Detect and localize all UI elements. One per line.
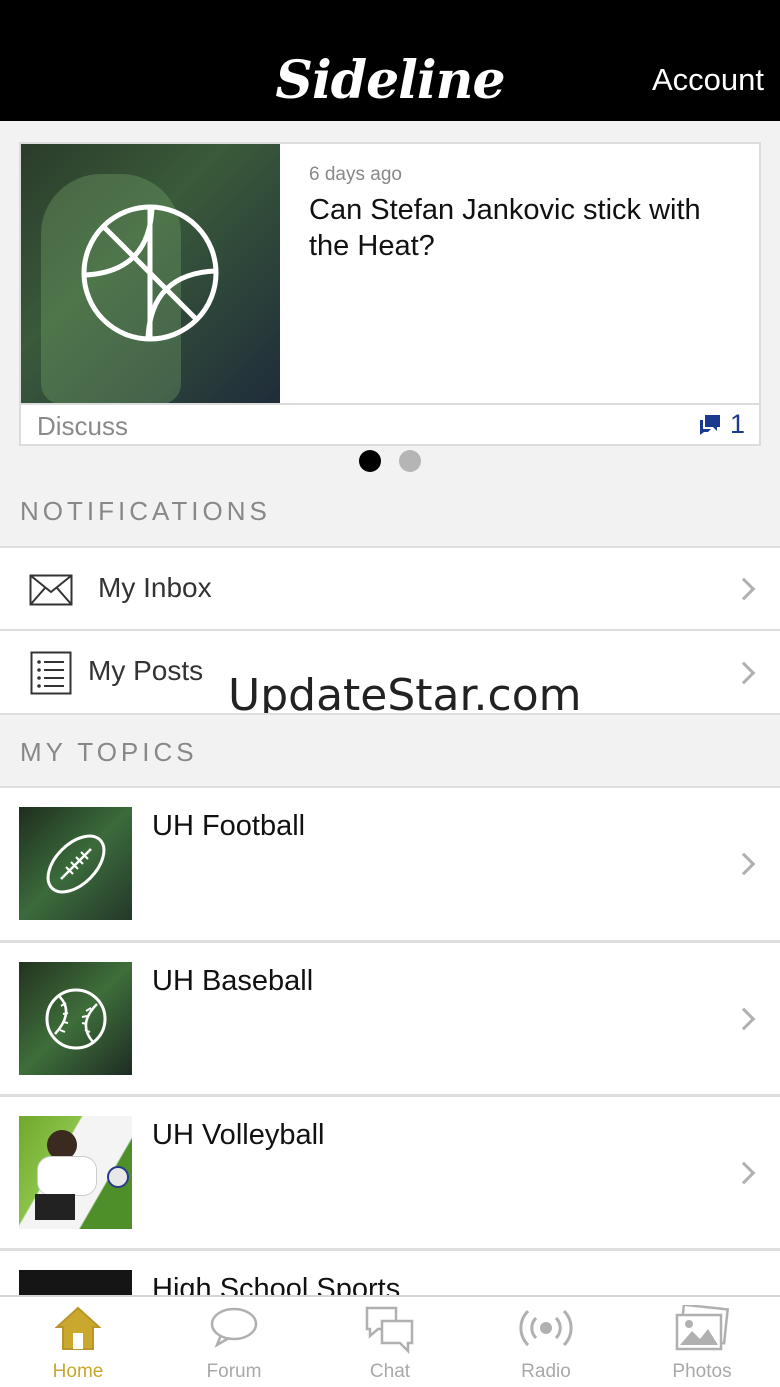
tab-home[interactable]: Home — [0, 1297, 156, 1387]
tab-chat[interactable]: Chat — [312, 1297, 468, 1387]
topic-row-volleyball[interactable]: UH Volleyball — [0, 1094, 780, 1248]
chevron-right-icon — [732, 852, 756, 876]
topic-row-football[interactable]: UH Football — [0, 786, 780, 940]
featured-image — [21, 144, 280, 403]
notifications-heading: NOTIFICATIONS — [20, 496, 271, 526]
photos-icon — [675, 1305, 730, 1351]
inbox-label: My Inbox — [98, 572, 212, 603]
topics-heading: MY TOPICS — [20, 737, 198, 767]
topic-thumbnail — [19, 807, 132, 920]
speech-bubble-icon — [210, 1307, 258, 1348]
tab-photos[interactable]: Photos — [624, 1297, 780, 1387]
tab-radio-label: Radio — [521, 1361, 571, 1382]
home-icon — [55, 1306, 101, 1350]
article-time: 6 days ago — [309, 164, 402, 185]
tab-radio[interactable]: Radio — [468, 1297, 624, 1387]
comment-icon — [699, 414, 720, 435]
app-header: Sideline Account — [0, 0, 780, 121]
discuss-button[interactable]: Discuss — [37, 411, 128, 442]
tab-photos-label: Photos — [672, 1361, 732, 1382]
tab-forum[interactable]: Forum — [156, 1297, 312, 1387]
chevron-right-icon — [732, 661, 756, 685]
topic-label: UH Football — [152, 810, 306, 842]
topic-label: UH Volleyball — [152, 1119, 325, 1151]
comment-count[interactable]: 1 — [698, 409, 745, 440]
chevron-right-icon — [732, 577, 756, 601]
topics-header: MY TOPICS — [0, 713, 780, 787]
pager-dot-2[interactable] — [399, 450, 421, 472]
inbox-row[interactable]: My Inbox — [0, 546, 780, 630]
posts-label: My Posts — [88, 655, 204, 686]
basketball-icon — [81, 204, 219, 342]
topic-row-baseball[interactable]: UH Baseball — [0, 940, 780, 1094]
pager-dot-1[interactable] — [359, 450, 381, 472]
comment-count-value: 1 — [729, 409, 745, 439]
baseball-icon — [45, 988, 107, 1050]
envelope-icon — [29, 574, 73, 606]
bottom-tab-bar: Home Forum Chat Radio Photos — [0, 1295, 780, 1387]
featured-article-card[interactable]: 6 days ago Can Stefan Jankovic stick wit… — [19, 142, 761, 446]
chat-bubbles-icon — [365, 1306, 414, 1355]
carousel-pager[interactable] — [0, 450, 780, 472]
tab-home-label: Home — [52, 1361, 104, 1382]
list-icon — [30, 651, 72, 695]
football-icon — [46, 834, 106, 894]
radio-icon — [519, 1309, 573, 1347]
tab-forum-label: Forum — [206, 1361, 262, 1382]
topic-thumbnail — [19, 962, 132, 1075]
topic-label: UH Baseball — [152, 965, 314, 997]
volleyball-photo — [19, 1116, 132, 1229]
account-button[interactable]: Account — [652, 62, 764, 98]
chevron-right-icon — [732, 1161, 756, 1185]
article-title[interactable]: Can Stefan Jankovic stick with the Heat? — [309, 192, 739, 264]
card-footer: Discuss 1 — [21, 403, 759, 446]
tab-chat-label: Chat — [369, 1361, 411, 1382]
chevron-right-icon — [732, 1007, 756, 1031]
